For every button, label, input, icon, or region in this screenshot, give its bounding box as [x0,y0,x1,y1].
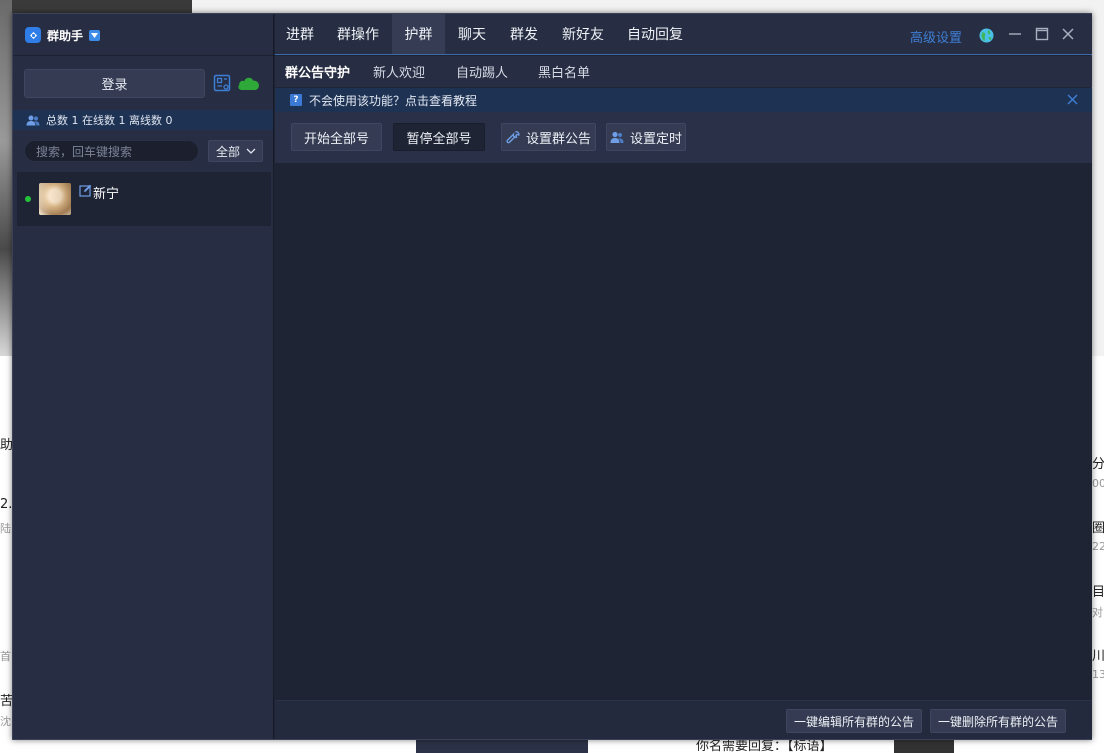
background-text: 分 [1092,457,1104,472]
background-text: 圈 [1092,521,1104,536]
background-text: 陆 [0,522,11,535]
background-text: 对 [1092,606,1103,619]
tutorial-link[interactable]: 不会使用该功能？点击查看教程 [309,92,477,109]
filter-select-value: 全部 [216,144,241,159]
background-dark-block [894,740,954,753]
tutorial-notice-bar: ? 不会使用该功能？点击查看教程 [275,88,1092,112]
subtab-new-member-welcome[interactable]: 新人欢迎 [373,56,425,87]
group-list-panel [275,163,1092,700]
account-search-input[interactable]: 搜索，回车键搜索 [24,140,199,162]
online-status-dot [25,196,31,202]
main-tab-bar: 进群 群操作 护群 聊天 群发 新好友 自动回复 高级设置 [275,14,1092,55]
edit-icon[interactable] [79,184,92,197]
app-name: 群助手 [47,28,84,43]
account-filter-select[interactable]: 全部 [208,140,263,162]
chevron-down-icon[interactable] [89,29,101,41]
minimize-icon[interactable] [1007,26,1023,42]
wrench-icon [506,130,520,143]
users-icon [610,131,624,143]
delete-all-notices-button[interactable]: 一键删除所有群的公告 [930,709,1066,733]
background-dark-block [416,740,588,753]
avatar [39,183,71,215]
divider [13,55,273,56]
background-text: 13 [1092,668,1104,681]
footer-action-bar: 一键编辑所有群的公告 一键删除所有群的公告 [275,700,1092,739]
tab-group-ops[interactable]: 群操作 [327,14,389,54]
set-notice-label: 设置群公告 [525,131,591,147]
background-text: 22 [1092,540,1104,553]
sidebar: 群助手 登录 总数 1 在线数 1 离线数 0 搜索，回车键搜索 全部 新宁 [13,14,274,739]
pause-all-button[interactable]: 暂停全部号 [393,123,485,151]
maximize-icon[interactable] [1034,26,1050,42]
app-window: 群助手 登录 总数 1 在线数 1 离线数 0 搜索，回车键搜索 全部 新宁 进… [12,13,1092,740]
tab-join-group[interactable]: 进群 [275,14,325,54]
users-icon [26,115,40,125]
login-button[interactable]: 登录 [24,69,205,98]
app-logo-icon [25,27,41,43]
chevron-down-icon [246,148,256,154]
brand-menu[interactable]: 群助手 [25,26,101,44]
tab-group-protect[interactable]: 护群 [392,14,445,54]
sub-tab-bar: 群公告守护 新人欢迎 自动踢人 黑白名单 [275,56,1092,87]
background-text: 川 [1092,649,1104,664]
close-icon[interactable] [1067,94,1078,105]
edit-all-notices-button[interactable]: 一键编辑所有群的公告 [786,709,922,733]
background-top-strip [12,0,192,14]
scan-qr-icon[interactable] [213,74,231,92]
account-stats-text: 总数 1 在线数 1 离线数 0 [46,114,173,127]
tab-chat[interactable]: 聊天 [447,14,497,54]
tab-new-friends[interactable]: 新好友 [551,14,615,54]
subtab-auto-kick[interactable]: 自动踢人 [456,56,508,87]
advanced-settings-link[interactable]: 高级设置 [910,27,962,46]
subtab-notice-guard[interactable]: 群公告守护 [285,56,350,87]
set-timer-label: 设置定时 [629,131,682,147]
background-text: 首 [0,650,11,663]
account-stats-bar: 总数 1 在线数 1 离线数 0 [13,110,273,130]
cloud-icon[interactable] [237,74,260,91]
close-icon[interactable] [1060,26,1076,42]
globe-icon[interactable] [979,28,994,43]
action-toolbar: 开始全部号 暂停全部号 设置群公告 设置定时 [275,112,1092,163]
background-text: 沈 [0,715,11,728]
background-text: 00 [1092,477,1104,490]
account-list-item[interactable]: 新宁 [17,172,271,226]
start-all-button[interactable]: 开始全部号 [291,123,382,151]
account-name: 新宁 [93,187,120,202]
set-notice-button[interactable]: 设置群公告 [501,123,596,151]
question-icon: ? [290,94,302,106]
subtab-black-white-list[interactable]: 黑白名单 [538,56,590,87]
background-text: 目录 [1092,585,1104,600]
set-timer-button[interactable]: 设置定时 [606,123,686,151]
tab-mass-send[interactable]: 群发 [499,14,549,54]
tab-auto-reply[interactable]: 自动回复 [617,14,693,54]
background-photo-fragment [0,0,12,356]
